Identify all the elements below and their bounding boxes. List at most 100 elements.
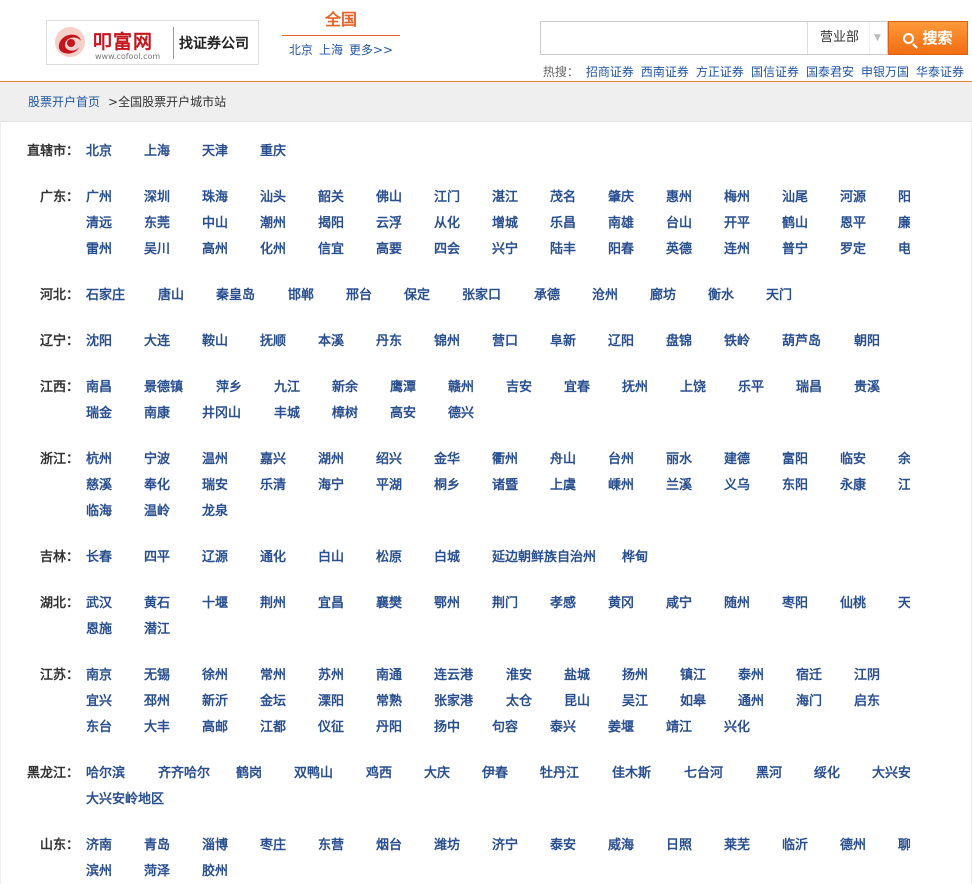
city-link[interactable]: 大庆 (424, 761, 456, 787)
city-link[interactable]: 建德 (724, 447, 756, 473)
search-type-select[interactable]: 营业部 ▼ (807, 22, 887, 54)
city-link[interactable]: 余杭 (898, 447, 910, 473)
city-link[interactable]: 瑞安 (202, 473, 234, 499)
city-link[interactable]: 杭州 (86, 447, 118, 473)
city-link[interactable]: 云浮 (376, 211, 408, 237)
city-link[interactable]: 贵溪 (854, 375, 886, 401)
city-link[interactable]: 江都 (260, 715, 292, 741)
city-link[interactable]: 东莞 (144, 211, 176, 237)
city-link[interactable]: 茂名 (550, 185, 582, 211)
city-link[interactable]: 四平 (144, 545, 176, 571)
city-link[interactable]: 临安 (840, 447, 872, 473)
city-link[interactable]: 肇庆 (608, 185, 640, 211)
city-link[interactable]: 莱芜 (724, 833, 756, 859)
city-link[interactable]: 南通 (376, 663, 408, 689)
city-link[interactable]: 南雄 (608, 211, 640, 237)
city-link[interactable]: 鹰潭 (390, 375, 422, 401)
city-link[interactable]: 英德 (666, 237, 698, 263)
city-link[interactable]: 舟山 (550, 447, 582, 473)
city-link[interactable]: 盘锦 (666, 329, 698, 355)
city-link[interactable]: 陆丰 (550, 237, 582, 263)
city-link[interactable]: 江阴 (854, 663, 886, 689)
city-link[interactable]: 本溪 (318, 329, 350, 355)
city-link[interactable]: 衢州 (492, 447, 524, 473)
city-link[interactable]: 淮安 (506, 663, 538, 689)
city-link[interactable]: 青岛 (144, 833, 176, 859)
city-link[interactable]: 松原 (376, 545, 408, 571)
city-link[interactable]: 朝阳 (854, 329, 886, 355)
city-link[interactable]: 葫芦岛 (782, 329, 828, 355)
city-link[interactable]: 永康 (840, 473, 872, 499)
search-button[interactable]: 搜索 (888, 21, 968, 55)
city-link[interactable]: 富阳 (782, 447, 814, 473)
city-link[interactable]: 荆州 (260, 591, 292, 617)
city-link[interactable]: 樟树 (332, 401, 364, 427)
city-link[interactable]: 宁波 (144, 447, 176, 473)
city-link[interactable]: 孝感 (550, 591, 582, 617)
hot-keyword[interactable]: 国泰君安 (806, 63, 854, 80)
city-link[interactable]: 潜江 (144, 617, 176, 643)
city-link[interactable]: 连州 (724, 237, 756, 263)
city-link[interactable]: 锦州 (434, 329, 466, 355)
city-link[interactable]: 高州 (202, 237, 234, 263)
city-link[interactable]: 佛山 (376, 185, 408, 211)
city-link[interactable]: 江山 (898, 473, 910, 499)
city-link[interactable]: 姜堰 (608, 715, 640, 741)
city-link[interactable]: 嵊州 (608, 473, 640, 499)
city-link[interactable]: 张家港 (434, 689, 480, 715)
city-link[interactable]: 扬中 (434, 715, 466, 741)
city-link[interactable]: 邯郸 (288, 283, 320, 309)
city-link[interactable]: 北京 (86, 139, 118, 165)
city-link[interactable]: 徐州 (202, 663, 234, 689)
chevron-down-icon[interactable]: ▼ (869, 22, 885, 54)
city-link[interactable]: 兴宁 (492, 237, 524, 263)
city-link[interactable]: 化州 (260, 237, 292, 263)
city-link[interactable]: 丹阳 (376, 715, 408, 741)
city-link[interactable]: 宿迁 (796, 663, 828, 689)
city-link[interactable]: 咸宁 (666, 591, 698, 617)
city-link[interactable]: 揭阳 (318, 211, 350, 237)
city-link[interactable]: 瑞金 (86, 401, 118, 427)
city-link[interactable]: 宜昌 (318, 591, 350, 617)
city-link[interactable]: 阳春 (608, 237, 640, 263)
city-link[interactable]: 连云港 (434, 663, 480, 689)
city-link[interactable]: 德州 (840, 833, 872, 859)
city-link[interactable]: 营口 (492, 329, 524, 355)
city-link[interactable]: 广州 (86, 185, 118, 211)
city-link[interactable]: 南康 (144, 401, 176, 427)
city-link[interactable]: 菏泽 (144, 859, 176, 884)
city-link[interactable]: 大兴安岭 (872, 761, 910, 787)
hot-keyword[interactable]: 西南证券 (641, 63, 689, 80)
city-link[interactable]: 衡水 (708, 283, 740, 309)
city-link[interactable]: 海门 (796, 689, 828, 715)
city-link[interactable]: 珠海 (202, 185, 234, 211)
city-link[interactable]: 丹东 (376, 329, 408, 355)
city-link[interactable]: 东阳 (782, 473, 814, 499)
city-link[interactable]: 信宜 (318, 237, 350, 263)
city-link[interactable]: 黑河 (756, 761, 788, 787)
city-link[interactable]: 德兴 (448, 401, 480, 427)
city-link[interactable]: 河源 (840, 185, 872, 211)
hot-keyword[interactable]: 华泰证券 (916, 63, 964, 80)
city-link[interactable]: 电白 (898, 237, 910, 263)
city-link[interactable]: 嘉兴 (260, 447, 292, 473)
city-link[interactable]: 十堰 (202, 591, 234, 617)
city-link[interactable]: 从化 (434, 211, 466, 237)
city-link[interactable]: 济南 (86, 833, 118, 859)
city-link[interactable]: 惠州 (666, 185, 698, 211)
city-link[interactable]: 镇江 (680, 663, 712, 689)
city-link[interactable]: 白山 (318, 545, 350, 571)
hot-keyword[interactable]: 方正证券 (696, 63, 744, 80)
city-link[interactable]: 伊春 (482, 761, 514, 787)
city-link[interactable]: 大连 (144, 329, 176, 355)
city-link[interactable]: 恩施 (86, 617, 118, 643)
city-link[interactable]: 张家口 (462, 283, 508, 309)
city-link[interactable]: 桐乡 (434, 473, 466, 499)
city-link[interactable]: 临海 (86, 499, 118, 525)
city-link[interactable]: 泰安 (550, 833, 582, 859)
city-link[interactable]: 高安 (390, 401, 422, 427)
city-link[interactable]: 通化 (260, 545, 292, 571)
city-link[interactable]: 绥化 (814, 761, 846, 787)
city-link[interactable]: 阜新 (550, 329, 582, 355)
city-link[interactable]: 吴江 (622, 689, 654, 715)
